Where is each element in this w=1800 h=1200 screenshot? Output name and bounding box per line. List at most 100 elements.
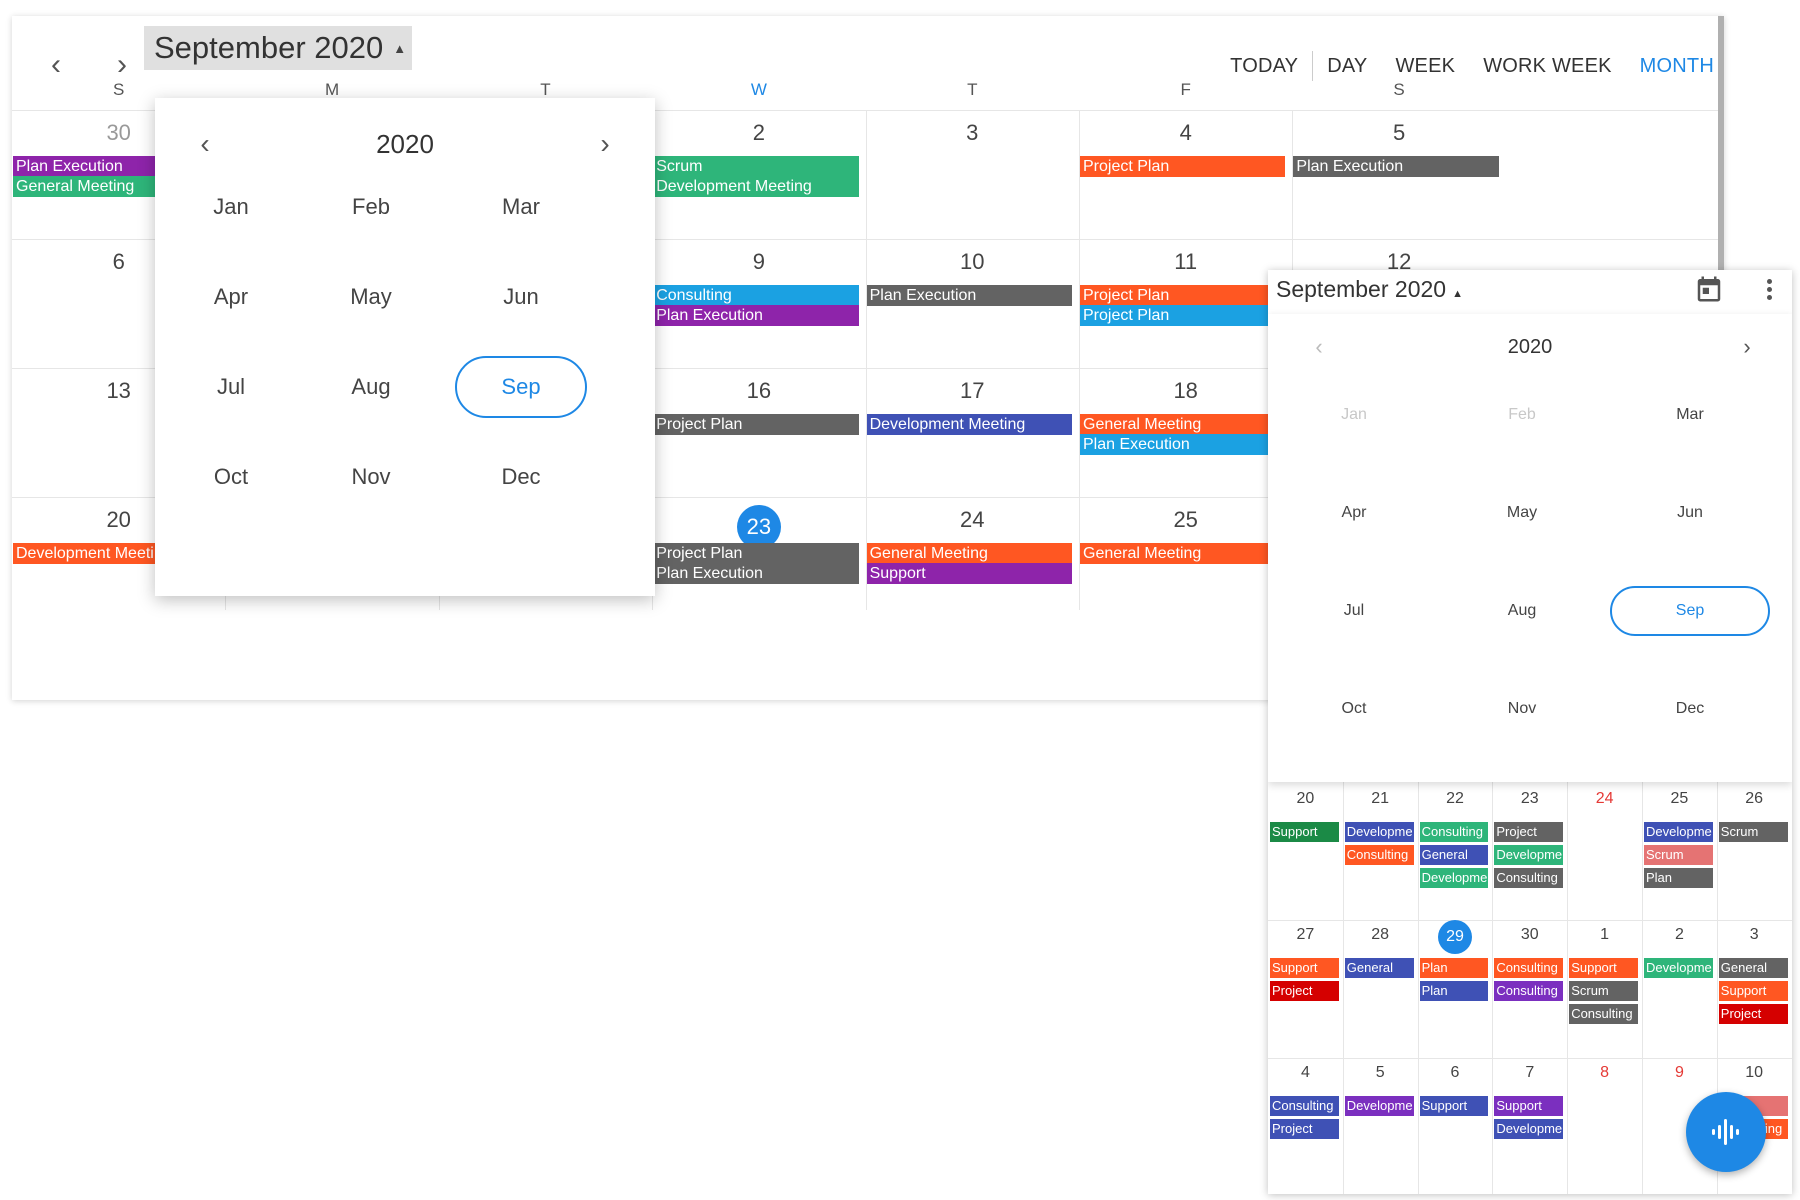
month-option-aug[interactable]: Aug: [1442, 586, 1602, 636]
date-number[interactable]: 9: [729, 249, 789, 275]
event-item[interactable]: Consulting: [1494, 981, 1564, 1001]
date-number[interactable]: 6: [89, 249, 149, 275]
month-option-sep[interactable]: Sep: [455, 356, 587, 418]
event-item[interactable]: Support: [1270, 958, 1339, 978]
date-number[interactable]: 28: [1360, 926, 1400, 944]
date-number[interactable]: 7: [1510, 1064, 1550, 1082]
date-number[interactable]: 2: [729, 120, 789, 146]
event-item[interactable]: Developme: [1494, 845, 1564, 865]
event-item[interactable]: Project: [1270, 1119, 1339, 1139]
month-option-aug[interactable]: Aug: [305, 356, 437, 418]
date-number[interactable]: 10: [1734, 1064, 1774, 1082]
event-item[interactable]: Developme: [1494, 1119, 1564, 1139]
event-item[interactable]: Consulting: [1569, 1004, 1638, 1024]
event-item[interactable]: Plan Execution: [653, 563, 859, 584]
date-number[interactable]: 10: [942, 249, 1002, 275]
month-option-may[interactable]: May: [305, 266, 437, 328]
mobile-title-button[interactable]: September 2020 ▲: [1276, 276, 1463, 303]
event-item[interactable]: General Meeting: [1080, 543, 1286, 564]
month-option-nov[interactable]: Nov: [1442, 684, 1602, 734]
date-number[interactable]: 9: [1659, 1064, 1699, 1082]
month-option-jan[interactable]: Jan: [165, 176, 297, 238]
month-option-dec[interactable]: Dec: [455, 446, 587, 508]
event-item[interactable]: Project: [1718, 1004, 1788, 1024]
event-item[interactable]: Support: [1494, 1096, 1564, 1116]
month-option-jul[interactable]: Jul: [1274, 586, 1434, 636]
date-number[interactable]: 3: [942, 120, 1002, 146]
event-item[interactable]: Developme: [1344, 1096, 1414, 1116]
date-number[interactable]: 4: [1156, 120, 1216, 146]
event-item[interactable]: Project Plan: [653, 414, 859, 435]
event-item[interactable]: Support: [1270, 822, 1339, 842]
view-button-week[interactable]: WEEK: [1395, 55, 1455, 78]
date-number[interactable]: 30: [89, 120, 149, 146]
date-number[interactable]: 4: [1285, 1064, 1325, 1082]
date-number[interactable]: 22: [1435, 790, 1475, 808]
event-item[interactable]: Developme: [1644, 958, 1713, 978]
event-item[interactable]: Scrum: [653, 156, 859, 177]
event-item[interactable]: Developme: [1644, 822, 1713, 842]
date-number[interactable]: 25: [1659, 790, 1699, 808]
date-number[interactable]: 30: [1510, 926, 1550, 944]
date-number[interactable]: 5: [1369, 120, 1429, 146]
month-option-apr[interactable]: Apr: [1274, 488, 1434, 538]
event-item[interactable]: General: [1344, 958, 1414, 978]
view-button-month[interactable]: MONTH: [1640, 55, 1714, 78]
event-item[interactable]: Project: [1270, 981, 1339, 1001]
event-item[interactable]: Development Meeting: [653, 176, 859, 197]
event-item[interactable]: Development Meeting: [866, 414, 1072, 435]
event-item[interactable]: Plan: [1419, 981, 1489, 1001]
date-number[interactable]: 13: [89, 378, 149, 404]
month-option-oct[interactable]: Oct: [165, 446, 297, 508]
event-item[interactable]: Plan Execution: [866, 285, 1072, 306]
calendar-icon[interactable]: [1694, 274, 1724, 304]
month-option-jun[interactable]: Jun: [1610, 488, 1770, 538]
event-item[interactable]: Consulting: [1494, 958, 1564, 978]
view-button-day[interactable]: DAY: [1327, 55, 1367, 78]
date-number[interactable]: 18: [1156, 378, 1216, 404]
event-item[interactable]: Support: [1718, 981, 1788, 1001]
month-option-sep[interactable]: Sep: [1610, 586, 1770, 636]
event-item[interactable]: Scrum: [1644, 845, 1713, 865]
event-item[interactable]: Plan: [1419, 958, 1489, 978]
date-number[interactable]: 21: [1360, 790, 1400, 808]
date-number[interactable]: 25: [1156, 507, 1216, 533]
event-item[interactable]: Consulting: [1419, 822, 1489, 842]
date-range-title-button[interactable]: September 2020 ▲: [144, 26, 412, 70]
date-number[interactable]: 11: [1156, 249, 1216, 275]
event-item[interactable]: Plan Execution: [1080, 434, 1286, 455]
date-number[interactable]: 5: [1360, 1064, 1400, 1082]
more-vertical-icon[interactable]: [1764, 276, 1774, 304]
event-item[interactable]: Support: [866, 563, 1072, 584]
date-number[interactable]: 16: [729, 378, 789, 404]
event-item[interactable]: Project Plan: [653, 543, 859, 564]
view-button-today[interactable]: TODAY: [1230, 55, 1298, 78]
date-number[interactable]: 17: [942, 378, 1002, 404]
date-number[interactable]: 24: [1585, 790, 1625, 808]
month-option-nov[interactable]: Nov: [305, 446, 437, 508]
month-option-feb[interactable]: Feb: [305, 176, 437, 238]
event-item[interactable]: Plan Execution: [1293, 156, 1499, 177]
event-item[interactable]: Consulting: [1344, 845, 1414, 865]
month-option-apr[interactable]: Apr: [165, 266, 297, 328]
date-number[interactable]: 1: [1585, 926, 1625, 944]
date-number[interactable]: 27: [1285, 926, 1325, 944]
date-number[interactable]: 26: [1734, 790, 1774, 808]
view-button-work-week[interactable]: WORK WEEK: [1483, 55, 1611, 78]
event-item[interactable]: General: [1718, 958, 1788, 978]
event-item[interactable]: Project Plan: [1080, 285, 1286, 306]
event-item[interactable]: General Meeting: [866, 543, 1072, 564]
date-number[interactable]: 20: [89, 507, 149, 533]
event-item[interactable]: Project: [1494, 822, 1564, 842]
month-option-dec[interactable]: Dec: [1610, 684, 1770, 734]
event-item[interactable]: Support: [1419, 1096, 1489, 1116]
next-year-button[interactable]: ›: [1732, 332, 1762, 362]
month-option-oct[interactable]: Oct: [1274, 684, 1434, 734]
event-item[interactable]: Project Plan: [1080, 156, 1286, 177]
event-item[interactable]: Scrum: [1718, 822, 1788, 842]
event-item[interactable]: Consulting: [1494, 868, 1564, 888]
next-year-button[interactable]: ›: [585, 120, 625, 168]
date-number[interactable]: 8: [1585, 1064, 1625, 1082]
month-option-jul[interactable]: Jul: [165, 356, 297, 418]
event-item[interactable]: Developme: [1419, 868, 1489, 888]
